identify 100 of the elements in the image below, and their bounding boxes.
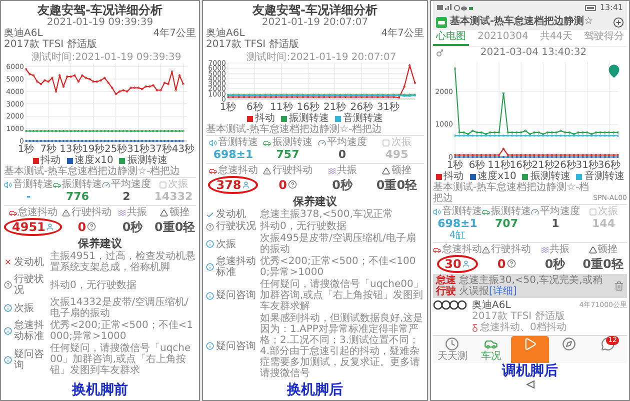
legend-swatch (522, 174, 528, 180)
tab[interactable]: 共44天 (536, 30, 576, 46)
stat-label: 平均速度 (540, 206, 580, 217)
chat-icon (600, 337, 615, 351)
legend-label: 抖动 (40, 155, 61, 166)
speaker-icon (433, 208, 441, 216)
speaker-icon (208, 138, 217, 146)
add-icon[interactable] (613, 16, 624, 28)
check-icon (206, 210, 214, 218)
note-icon (472, 324, 478, 332)
warning-icon (263, 166, 272, 174)
trash-icon[interactable] (614, 281, 624, 291)
axis-tick-label: 21秒 (532, 160, 554, 170)
advice-title: 保养建议 (76, 237, 123, 250)
stat-value: 495 (385, 148, 408, 162)
car-icon (8, 208, 17, 216)
car-icon (53, 180, 61, 188)
car-age: 4年7公里 (153, 28, 196, 39)
info-icon (206, 342, 214, 350)
wave-icon (328, 166, 336, 174)
vibration-value: 0 (497, 256, 506, 270)
gauge-icon (318, 138, 326, 146)
close-icon (4, 258, 12, 266)
vibration-label: 怠速抖动 (18, 207, 58, 218)
report-time: 2021-01-19 20:07:07 (260, 17, 370, 28)
axis-tick-label: 16秒 (296, 102, 320, 112)
advice-text: 任何疑问，请搜微信号「uqche00」加群咨询,或点「右上角按钮」发图到车友群求 (50, 343, 192, 376)
square-icon (382, 138, 390, 146)
legend-swatch (470, 174, 476, 180)
advice-label: 疑问咨询 (216, 290, 256, 301)
legend-swatch (281, 116, 287, 122)
advice-text: 优秀<200;正常<500；不佳<1000;异常>1000 (260, 256, 417, 278)
help-icon[interactable] (87, 222, 96, 231)
help-icon[interactable] (288, 180, 297, 189)
legend-label: 音测转速 (343, 113, 383, 124)
speaker-icon (4, 180, 12, 188)
stat-label: 音测转速 (218, 137, 258, 148)
axis-tick-label: 13秒 (60, 144, 82, 154)
legend-swatch (247, 116, 253, 122)
advice-text: 任何疑问，请搜微信号「uqche00」加群咨询,或点「右上角按钮」发图到车友群求解 (260, 279, 424, 312)
help-icon[interactable] (506, 259, 516, 268)
legend-label: 振测转速 (127, 155, 168, 166)
info-icon (4, 356, 12, 364)
triangle-icon (160, 208, 168, 216)
stat-label: 次振 (168, 179, 188, 190)
info-icon (206, 263, 214, 271)
tab[interactable]: 心电图 (433, 30, 469, 46)
map-pin-icon[interactable] (607, 64, 621, 78)
vibration-label: 怠速抖动 (442, 244, 482, 255)
car-note: 怠速抖动、0档抖动 (480, 322, 566, 333)
vibration-value: 0秒 (544, 256, 566, 270)
vibration-label: 共振 (336, 165, 357, 176)
nav-tab[interactable]: 天天测 (433, 336, 472, 363)
stat-label: 音测转速 (13, 179, 53, 190)
car-model: 奥迪A6L (206, 28, 245, 39)
stat-value: 776 (66, 190, 89, 204)
axis-tick-label: 31秒 (376, 102, 400, 112)
status-time: 13:41 (600, 3, 623, 12)
axis-tick-label: 37秒 (149, 144, 172, 154)
info-icon (4, 327, 12, 335)
status-icons-drawing (437, 4, 473, 11)
axis-tick-label: 11秒 (270, 102, 293, 112)
legend-swatch (66, 158, 73, 164)
clock-icon (445, 337, 460, 351)
cylinder-count: 4缸 (449, 231, 466, 241)
notice-tag: 怠速 (436, 275, 456, 286)
help-icon (4, 281, 12, 289)
vibration-value: 0 (278, 178, 287, 192)
advice-text: 优秀<200;正常<500；不佳<1000;异常>1000 (50, 320, 194, 342)
axis-tick-label: 31秒 (576, 160, 599, 170)
compass-icon (562, 337, 576, 351)
stat-value: 2 (122, 190, 130, 204)
stat-label: 振测转速 (272, 137, 312, 148)
back-icon[interactable] (526, 380, 534, 389)
nav-tab[interactable]: 车况 (472, 336, 511, 363)
advice-label: 发动机 (14, 256, 44, 268)
stat-value: 144 (592, 217, 615, 231)
nav-tab[interactable] (510, 336, 550, 363)
car-trim: 2017款 TFSI 舒适版 (206, 39, 300, 50)
tab[interactable]: 驾驶得分 (581, 30, 627, 46)
test-info: 基本测试-热车怠速档把边静测☆-档把边 (4, 166, 182, 177)
warning-icon (482, 246, 490, 254)
vibration-value: 0重0轻 (582, 256, 624, 270)
legend-label: 速度x10 (74, 155, 114, 166)
stat-value: 757 (276, 148, 300, 162)
info-icon (4, 304, 12, 312)
advice-label: 怠速抖动标准 (14, 320, 45, 342)
vibration-label: 行驶抖动 (491, 244, 531, 255)
axis-tick-label: 1秒 (220, 102, 236, 112)
advice-label: 疑问咨询 (216, 340, 256, 352)
play-icon (522, 337, 537, 351)
details-link[interactable]: [详细] (489, 286, 517, 297)
caption: 调机脚后 (500, 363, 559, 379)
app-icon[interactable] (436, 16, 447, 28)
axis-tick-label: 6秒 (246, 102, 263, 112)
axis-tick-label: 21秒 (324, 102, 346, 112)
advice-text: 次振495是皮带/空调压缩机/电子扇的振动 (260, 233, 417, 255)
stat-label: 振测转速 (491, 206, 531, 217)
tab[interactable]: 20210304 (474, 30, 532, 46)
vibration-value: 0秒 (122, 220, 143, 234)
